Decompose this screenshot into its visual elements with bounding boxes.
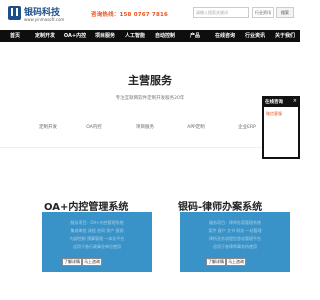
- brand-url: www.yinmasoft.com: [24, 17, 65, 22]
- search-scope-select[interactable]: 行业资讯: [252, 7, 274, 18]
- nav-item-products[interactable]: 产品: [180, 30, 210, 42]
- nav-item-home[interactable]: 首页: [0, 30, 30, 42]
- nav-item-consult[interactable]: 在线咨询: [210, 30, 240, 42]
- product-title-lawyer: 银码-律师办案系统: [178, 202, 263, 213]
- product-title-oa: OA+内控管理系统: [44, 202, 129, 213]
- service-tab-app[interactable]: APP定制: [187, 124, 205, 130]
- consult-now-button[interactable]: 马上咨询: [82, 258, 102, 266]
- services-title: 主营服务: [128, 74, 172, 87]
- nav-item-projects[interactable]: 项目服务: [90, 30, 120, 42]
- consult-panel-body: 微信客服: [264, 107, 298, 157]
- divider: [0, 147, 300, 148]
- service-tab-oa[interactable]: OA内控: [86, 124, 102, 130]
- service-tab-erp[interactable]: 企业ERP: [238, 124, 256, 130]
- nav-item-ai[interactable]: 人工智能: [120, 30, 150, 42]
- logo-icon[interactable]: [8, 6, 21, 20]
- card-line: 服务项目：律师办案管理系统: [209, 220, 261, 225]
- nav-item-oa[interactable]: OA+内控: [60, 30, 90, 42]
- consult-now-button[interactable]: 马上咨询: [226, 258, 246, 266]
- search-box: [193, 7, 249, 18]
- nav-item-news[interactable]: 行业资讯: [240, 30, 270, 42]
- card-line: 案件 客户 文书 财务 一站管理: [208, 228, 262, 233]
- consult-panel: 在线咨询 × 微信客服: [262, 96, 300, 159]
- card-line: 集成审批 流程 合同 资产 报销: [70, 228, 124, 233]
- close-icon[interactable]: ×: [293, 98, 297, 104]
- learn-more-button[interactable]: 了解详情: [62, 258, 82, 266]
- card-line: 适用于各律师事务所使用: [213, 244, 257, 249]
- consult-panel-title: 在线咨询: [265, 100, 283, 105]
- product-card-lawyer[interactable]: 服务项目：律师办案管理系统 案件 客户 文书 财务 一站管理 律所业务流程信息化…: [180, 212, 290, 272]
- product-card-oa[interactable]: 服务项目：OA+内控管理系统 集成审批 流程 合同 资产 报销 内部控制 预算管…: [42, 212, 152, 272]
- card-line: 内部控制 预算管理 一体化平台: [69, 236, 125, 241]
- nav-item-about[interactable]: 关于我们: [270, 30, 300, 42]
- service-tab-projects[interactable]: 项目服务: [136, 124, 154, 130]
- card-line: 适用于各行政事业单位使用: [73, 244, 121, 249]
- nav-item-custom-dev[interactable]: 定制开发: [30, 30, 60, 42]
- service-tab-custom-dev[interactable]: 定制开发: [39, 124, 57, 130]
- services-tabs: 定制开发 OA内控 项目服务 APP定制 企业ERP: [0, 124, 300, 132]
- card-line: 服务项目：OA+内控管理系统: [70, 220, 124, 225]
- hotline-text: 咨询热线：158 0767 7816: [91, 12, 169, 18]
- wechat-service-link[interactable]: 微信客服: [266, 111, 282, 117]
- main-nav: 首页 定制开发 OA+内控 项目服务 人工智能 自动控制 产品 在线咨询 行业资…: [0, 30, 300, 42]
- learn-more-button[interactable]: 了解详情: [206, 258, 226, 266]
- search-button[interactable]: 搜索: [276, 7, 294, 18]
- site-header: 银码科技 www.yinmasoft.com 咨询热线：158 0767 781…: [0, 0, 300, 30]
- card-line: 律所业务流程信息化管理平台: [209, 236, 261, 241]
- search-input[interactable]: [194, 8, 248, 17]
- services-subtitle: 专注互联网软件定制开发服务20年: [115, 96, 185, 101]
- nav-item-automation[interactable]: 自动控制: [150, 30, 180, 42]
